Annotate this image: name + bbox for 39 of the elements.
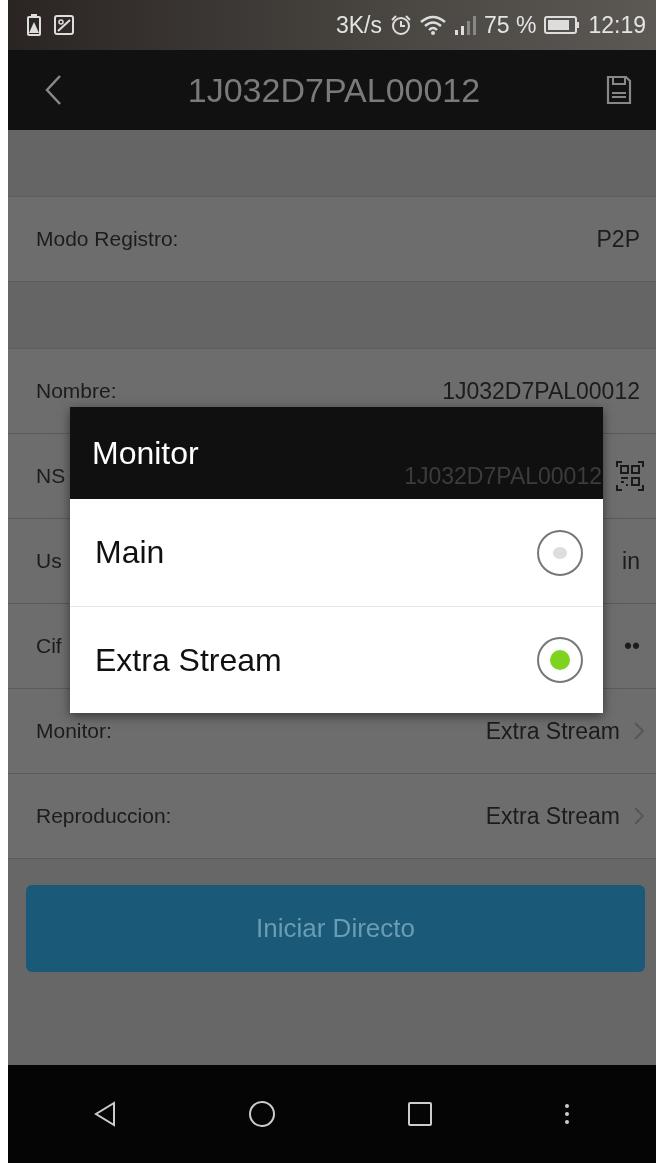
square-recents-icon xyxy=(408,1102,432,1126)
row-label: NS xyxy=(36,464,66,488)
option-label: Extra Stream xyxy=(95,641,282,679)
dialog-option[interactable]: Extra Stream xyxy=(70,606,603,713)
alarm-icon xyxy=(390,14,412,36)
menu-icon xyxy=(564,1103,570,1125)
row-label: Nombre: xyxy=(36,379,117,403)
row-value: in xyxy=(622,547,640,575)
back-chevron-icon xyxy=(44,74,62,106)
radio-button[interactable] xyxy=(537,637,583,683)
row-value: •• xyxy=(623,632,640,660)
row-label: Monitor: xyxy=(36,719,112,743)
row-value: Extra Stream xyxy=(485,802,620,830)
battery-percentage: 75 % xyxy=(484,11,537,39)
clock-time: 12:19 xyxy=(588,11,646,39)
row-label: Modo Registro: xyxy=(36,227,179,251)
dialog-option[interactable]: Main xyxy=(70,499,603,606)
network-speed: 3K/s xyxy=(335,11,382,39)
circle-home-icon xyxy=(248,1100,276,1128)
chevron-right-icon xyxy=(634,722,644,740)
start-live-button[interactable]: Iniciar Directo xyxy=(26,885,645,972)
row-value: 1J032D7PAL00012 xyxy=(442,377,640,405)
qr-code-icon[interactable] xyxy=(616,461,644,491)
row-label: Reproduccion: xyxy=(36,804,172,828)
battery-warning-icon xyxy=(26,14,42,36)
radio-button[interactable] xyxy=(537,529,583,576)
row-value: P2P xyxy=(596,225,640,253)
image-icon xyxy=(54,15,74,35)
battery-icon xyxy=(544,16,581,34)
wifi-icon xyxy=(420,15,446,35)
triangle-back-icon xyxy=(94,1101,116,1127)
settings-row[interactable]: Reproduccion: Extra Stream xyxy=(8,774,656,859)
option-label: Main xyxy=(95,534,165,571)
signal-icon xyxy=(454,15,476,35)
row-label: Us xyxy=(36,549,62,573)
screen-title: 1J032D7PAL00012 xyxy=(187,70,481,110)
chevron-right-icon xyxy=(634,807,644,825)
row-value: Extra Stream xyxy=(485,717,620,745)
row-label: Cif xyxy=(36,634,62,658)
